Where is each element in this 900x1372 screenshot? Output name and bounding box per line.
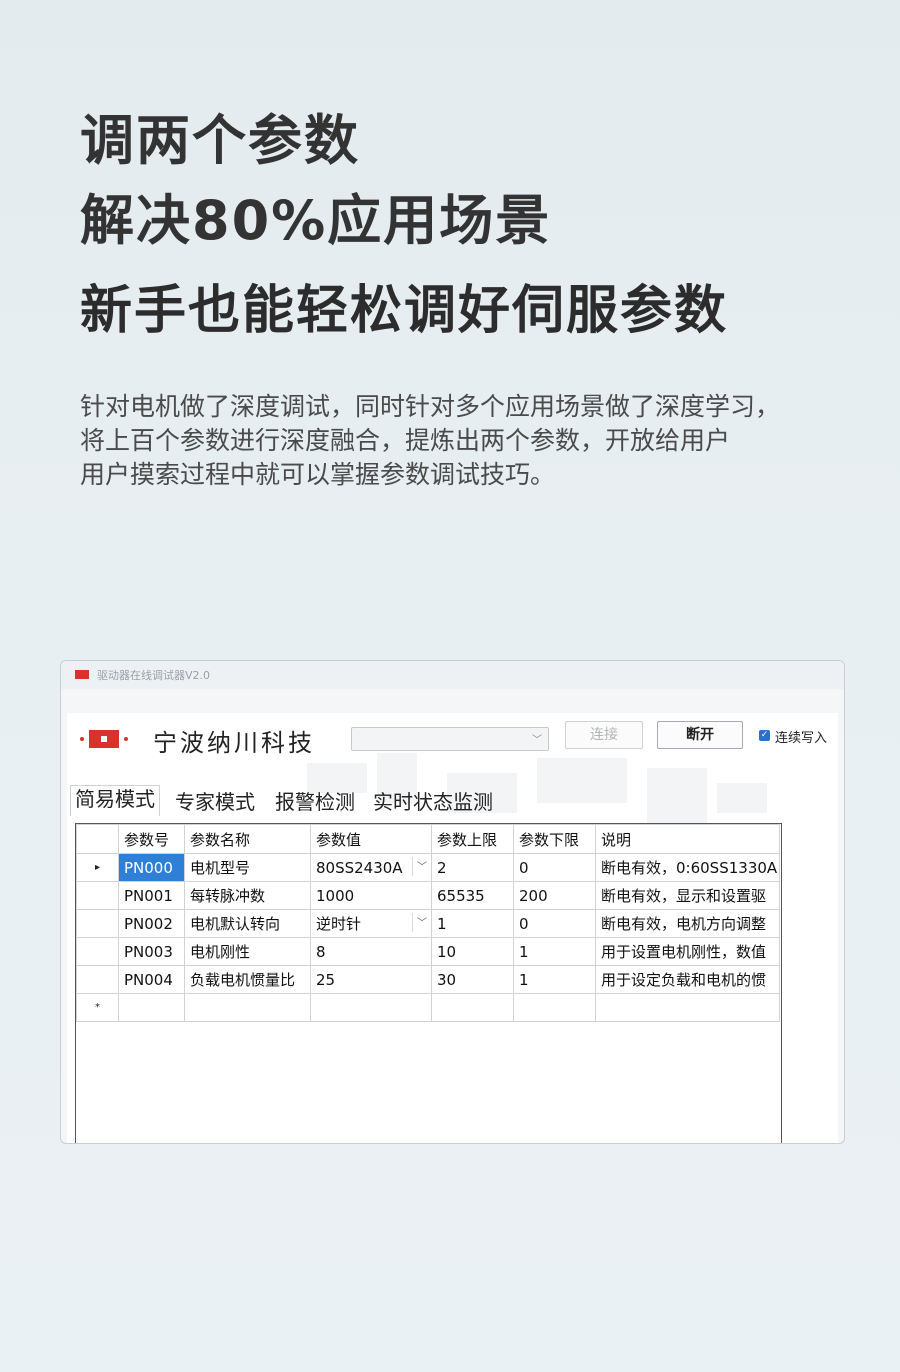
param-name-cell[interactable]: 电机型号 <box>184 853 311 882</box>
empty-cell[interactable] <box>118 993 185 1022</box>
param-id-cell[interactable]: PN002 <box>118 909 185 938</box>
column-header[interactable]: 参数值 <box>310 824 432 854</box>
description-paragraph: 针对电机做了深度调试，同时针对多个应用场景做了深度学习， 将上百个参数进行深度融… <box>80 390 890 492</box>
combo-divider <box>412 857 413 876</box>
parameter-grid: 参数号 参数名称 参数值 参数上限 参数下限 说明 ▸ PN000 电机型号 8… <box>75 823 782 1143</box>
app-icon <box>75 670 89 679</box>
param-desc-cell[interactable]: 断电有效，电机方向调整 <box>595 909 780 938</box>
param-upper-cell[interactable]: 10 <box>431 937 514 966</box>
row-selector-icon[interactable]: ▸ <box>76 853 119 882</box>
param-value: 逆时针 <box>316 915 362 933</box>
company-logo <box>80 730 128 748</box>
table-header-row: 参数号 参数名称 参数值 参数上限 参数下限 说明 <box>76 824 780 854</box>
parameter-table: 参数号 参数名称 参数值 参数上限 参数下限 说明 ▸ PN000 电机型号 8… <box>76 824 780 1022</box>
row-selector[interactable] <box>76 909 119 938</box>
param-value-cell[interactable]: 25 <box>310 965 432 994</box>
param-id-cell[interactable]: PN004 <box>118 965 185 994</box>
param-id-cell[interactable]: PN000 <box>118 853 185 882</box>
empty-cell[interactable] <box>513 993 596 1022</box>
tab-simple-mode[interactable]: 简易模式 <box>70 785 160 816</box>
param-name-cell[interactable]: 负载电机惯量比 <box>184 965 311 994</box>
continuous-write-checkbox[interactable]: ✓ <box>759 730 770 741</box>
port-select[interactable]: ﹀ <box>351 727 549 751</box>
row-selector[interactable] <box>76 965 119 994</box>
param-value-cell[interactable]: 8 <box>310 937 432 966</box>
row-selector[interactable] <box>76 881 119 910</box>
chevron-down-icon[interactable]: ﹀ <box>417 858 427 873</box>
param-desc-cell[interactable]: 断电有效，显示和设置驱 <box>595 881 780 910</box>
app-window: 驱动器在线调试器V2.0 宁波纳川科技 ﹀ 连接 断开 ✓ 连续写入 简易模式 … <box>60 660 845 1144</box>
empty-cell[interactable] <box>431 993 514 1022</box>
param-id-cell[interactable]: PN001 <box>118 881 185 910</box>
param-lower-cell[interactable]: 0 <box>513 909 596 938</box>
param-desc-cell[interactable]: 用于设定负载和电机的惯 <box>595 965 780 994</box>
tab-alarm-detection[interactable]: 报警检测 <box>275 789 355 815</box>
description-line: 针对电机做了深度调试，同时针对多个应用场景做了深度学习， <box>80 392 781 421</box>
column-header[interactable]: 参数名称 <box>184 824 311 854</box>
table-row[interactable]: PN004 负载电机惯量比 25 30 1 用于设定负载和电机的惯 <box>76 965 780 994</box>
param-upper-cell[interactable]: 30 <box>431 965 514 994</box>
param-id-cell[interactable]: PN003 <box>118 937 185 966</box>
param-value: 80SS2430A <box>316 858 403 877</box>
table-row[interactable]: PN002 电机默认转向 逆时针 ﹀ 1 0 断电有效，电机方向调整 <box>76 909 780 938</box>
param-value-cell[interactable]: 1000 <box>310 881 432 910</box>
column-header[interactable]: 参数下限 <box>513 824 596 854</box>
param-upper-cell[interactable]: 2 <box>431 853 514 882</box>
param-lower-cell[interactable]: 0 <box>513 853 596 882</box>
new-row[interactable]: * <box>76 993 780 1022</box>
headline-line-3: 新手也能轻松调好伺服参数 <box>80 281 729 341</box>
app-body: 宁波纳川科技 ﹀ 连接 断开 ✓ 连续写入 简易模式 专家模式 报警检测 实时状… <box>67 713 838 1143</box>
row-header-corner <box>76 824 119 854</box>
param-lower-cell[interactable]: 1 <box>513 965 596 994</box>
empty-cell[interactable] <box>595 993 780 1022</box>
param-name-cell[interactable]: 电机默认转向 <box>184 909 311 938</box>
column-header[interactable]: 说明 <box>595 824 780 854</box>
headline-line-2: 解决80%应用场景 <box>80 189 552 252</box>
param-value-combobox[interactable]: 80SS2430A ﹀ <box>310 853 432 882</box>
continuous-write-label[interactable]: 连续写入 <box>775 727 827 746</box>
description-line: 用户摸索过程中就可以掌握参数调试技巧。 <box>80 460 556 489</box>
headline-line-1: 调两个参数 <box>80 109 360 172</box>
table-row[interactable]: ▸ PN000 电机型号 80SS2430A ﹀ 2 0 断电有效，0:60SS1… <box>76 853 780 882</box>
tab-realtime-monitor[interactable]: 实时状态监测 <box>373 789 493 815</box>
description-line: 将上百个参数进行深度融合，提炼出两个参数，开放给用户 <box>80 426 731 455</box>
param-lower-cell[interactable]: 200 <box>513 881 596 910</box>
table-row[interactable]: PN001 每转脉冲数 1000 65535 200 断电有效，显示和设置驱 <box>76 881 780 910</box>
window-title: 驱动器在线调试器V2.0 <box>97 669 211 682</box>
param-desc-cell[interactable]: 断电有效，0:60SS1330A <box>595 853 780 882</box>
new-row-marker[interactable]: * <box>76 993 119 1022</box>
param-name-cell[interactable]: 电机刚性 <box>184 937 311 966</box>
param-lower-cell[interactable]: 1 <box>513 937 596 966</box>
table-row[interactable]: PN003 电机刚性 8 10 1 用于设置电机刚性，数值 <box>76 937 780 966</box>
param-desc-cell[interactable]: 用于设置电机刚性，数值 <box>595 937 780 966</box>
company-name: 宁波纳川科技 <box>153 729 315 757</box>
empty-cell[interactable] <box>184 993 311 1022</box>
param-value-combobox[interactable]: 逆时针 ﹀ <box>310 909 432 938</box>
column-header[interactable]: 参数上限 <box>431 824 514 854</box>
row-selector[interactable] <box>76 937 119 966</box>
chevron-down-icon: ﹀ <box>532 735 542 746</box>
param-upper-cell[interactable]: 1 <box>431 909 514 938</box>
combo-divider <box>412 913 413 932</box>
tab-expert-mode[interactable]: 专家模式 <box>175 789 255 815</box>
chevron-down-icon[interactable]: ﹀ <box>417 914 427 929</box>
disconnect-button[interactable]: 断开 <box>657 721 743 749</box>
param-upper-cell[interactable]: 65535 <box>431 881 514 910</box>
connect-button[interactable]: 连接 <box>565 721 643 749</box>
column-header[interactable]: 参数号 <box>118 824 185 854</box>
window-titlebar[interactable]: 驱动器在线调试器V2.0 <box>61 661 844 689</box>
empty-cell[interactable] <box>310 993 432 1022</box>
param-name-cell[interactable]: 每转脉冲数 <box>184 881 311 910</box>
